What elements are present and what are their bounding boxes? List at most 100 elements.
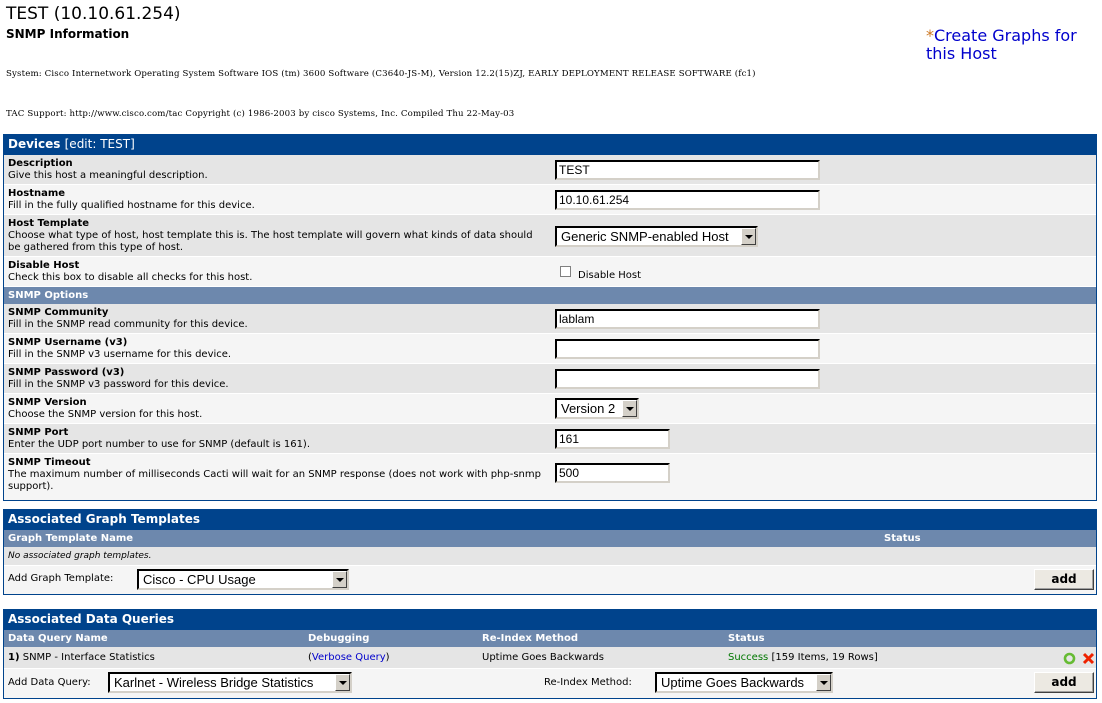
data-queries-panel: Associated Data Queries Data Query Name … — [3, 609, 1097, 699]
chevron-down-icon[interactable] — [741, 228, 756, 245]
data-query-name: SNMP - Interface Statistics — [22, 652, 155, 663]
field-help: Check this box to disable all checks for… — [8, 272, 253, 283]
field-label-block: Hostname Fill in the fully qualified host… — [8, 188, 548, 212]
field-help: Fill in the SNMP v3 password for this de… — [8, 379, 229, 390]
field-label-block: SNMP Version Choose the SNMP version for … — [8, 397, 548, 421]
status-detail: [159 Items, 19 Rows] — [771, 652, 878, 663]
column-header-debugging: Debugging — [308, 633, 370, 644]
field-row-snmp-timeout: SNMP Timeout The maximum number of millis… — [4, 454, 1096, 496]
snmp-version-value: Version 2 — [561, 401, 616, 416]
field-label: Description — [8, 158, 73, 169]
devices-title-text: Devices — [8, 137, 61, 151]
field-help: Fill in the SNMP read community for this… — [8, 319, 248, 330]
empty-message: No associated graph templates. — [8, 551, 152, 561]
field-label: Host Template — [8, 218, 90, 229]
data-queries-title: Associated Data Queries — [4, 609, 1096, 630]
graph-templates-panel: Associated Graph Templates Graph Templat… — [3, 509, 1097, 595]
field-row-snmp-password: SNMP Password (v3) Fill in the SNMP v3 pa… — [4, 364, 1096, 394]
field-row-snmp-community: SNMP Community Fill in the SNMP read comm… — [4, 304, 1096, 334]
field-help: Choose what type of host, host template … — [8, 230, 533, 253]
snmp-port-input[interactable] — [555, 429, 670, 449]
devices-panel: Devices [edit: TEST] Description Give thi… — [3, 134, 1097, 501]
create-graphs-link[interactable]: *Create Graphs for this Host — [926, 27, 1102, 63]
host-template-select[interactable]: Generic SNMP-enabled Host — [555, 226, 758, 247]
debugging-cell: (Verbose Query) — [308, 652, 390, 663]
snmp-tac-line: TAC Support: http://www.cisco.com/tac Co… — [6, 109, 515, 120]
field-label: SNMP Username (v3) — [8, 337, 128, 348]
field-label-block: SNMP Username (v3) Fill in the SNMP v3 us… — [8, 337, 548, 361]
host-header: TEST (10.10.61.254) SNMP Information Sys… — [0, 0, 1102, 277]
page-title: TEST (10.10.61.254) — [6, 4, 181, 24]
field-help: Give this host a meaningful description. — [8, 170, 208, 181]
chevron-down-icon[interactable] — [335, 674, 350, 691]
create-graphs-label: Create Graphs for this Host — [926, 26, 1077, 63]
reindex-method-label: Re-Index Method: — [544, 677, 632, 688]
star-icon: * — [926, 26, 934, 45]
host-template-value: Generic SNMP-enabled Host — [561, 229, 729, 244]
description-input[interactable] — [555, 160, 820, 180]
graph-templates-title: Associated Graph Templates — [4, 509, 1096, 530]
field-label-block: Description Give this host a meaningful d… — [8, 158, 548, 182]
field-row-disable-host: Disable Host Check this box to disable al… — [4, 257, 1096, 287]
chevron-down-icon[interactable] — [816, 674, 831, 691]
add-graph-template-label: Add Graph Template: — [8, 573, 114, 584]
snmp-username-input[interactable] — [555, 339, 820, 359]
delete-query-icon[interactable] — [1082, 652, 1095, 665]
field-row-description: Description Give this host a meaningful d… — [4, 155, 1096, 185]
field-row-snmp-version: SNMP Version Choose the SNMP version for … — [4, 394, 1096, 424]
verbose-query-link[interactable]: Verbose Query — [312, 652, 386, 663]
snmp-timeout-input[interactable] — [555, 463, 670, 483]
snmp-community-input[interactable] — [555, 309, 820, 329]
reindex-method-cell: Uptime Goes Backwards — [482, 652, 604, 663]
field-label-block: SNMP Community Fill in the SNMP read comm… — [8, 307, 548, 331]
snmp-password-input[interactable] — [555, 369, 820, 389]
edit-host-label: [edit: TEST] — [64, 137, 135, 151]
data-query-row: 1) SNMP - Interface Statistics (Verbose … — [4, 647, 1096, 669]
field-label-block: Host Template Choose what type of host, h… — [8, 218, 548, 254]
field-label: SNMP Password (v3) — [8, 367, 125, 378]
field-help: The maximum number of milliseconds Cacti… — [8, 469, 541, 492]
add-graph-template-select[interactable]: Cisco - CPU Usage — [137, 569, 349, 590]
reload-query-icon[interactable] — [1063, 652, 1076, 665]
field-help: Enter the UDP port number to use for SNM… — [8, 439, 311, 450]
field-label-block: Disable Host Check this box to disable al… — [8, 260, 548, 284]
snmp-version-select[interactable]: Version 2 — [555, 398, 639, 419]
devices-panel-title: Devices [edit: TEST] — [4, 134, 1096, 155]
data-query-name-cell: 1) SNMP - Interface Statistics — [8, 652, 155, 663]
field-help: Fill in the fully qualified hostname for… — [8, 200, 255, 211]
data-queries-column-headers: Data Query Name Debugging Re-Index Metho… — [4, 630, 1096, 647]
chevron-down-icon[interactable] — [622, 400, 637, 417]
field-label: SNMP Community — [8, 307, 109, 318]
add-graph-template-value: Cisco - CPU Usage — [143, 572, 256, 587]
paren-close: ) — [385, 652, 390, 663]
add-data-query-select[interactable]: Karlnet - Wireless Bridge Statistics — [108, 672, 352, 693]
reindex-method-select[interactable]: Uptime Goes Backwards — [655, 672, 833, 693]
field-row-snmp-username: SNMP Username (v3) Fill in the SNMP v3 us… — [4, 334, 1096, 364]
add-data-query-button[interactable]: add — [1034, 672, 1094, 693]
hostname-input[interactable] — [555, 190, 820, 210]
chevron-down-icon[interactable] — [332, 571, 347, 588]
add-data-query-row: Add Data Query: Karlnet - Wireless Bridg… — [4, 669, 1096, 697]
disable-host-checkbox[interactable] — [560, 266, 571, 277]
column-header-graph-template-name: Graph Template Name — [8, 533, 134, 544]
disable-host-checkbox-label[interactable]: Disable Host — [578, 270, 641, 281]
field-label: Disable Host — [8, 260, 80, 271]
field-label-block: SNMP Timeout The maximum number of millis… — [8, 457, 548, 493]
reindex-method-value: Uptime Goes Backwards — [661, 675, 805, 690]
column-header-status: Status — [728, 633, 765, 644]
field-label-block: SNMP Password (v3) Fill in the SNMP v3 pa… — [8, 367, 548, 391]
field-label: SNMP Timeout — [8, 457, 91, 468]
column-header-reindex-method: Re-Index Method — [482, 633, 579, 644]
add-graph-template-button[interactable]: add — [1034, 569, 1094, 590]
field-label: SNMP Version — [8, 397, 87, 408]
snmp-info-heading: SNMP Information — [6, 27, 130, 41]
data-query-index: 1) — [8, 652, 20, 663]
snmp-options-header: SNMP Options — [4, 287, 1096, 304]
field-label-block: SNMP Port Enter the UDP port number to us… — [8, 427, 548, 451]
add-graph-template-row: Add Graph Template: Cisco - CPU Usage ad… — [4, 566, 1096, 593]
field-label: SNMP Port — [8, 427, 69, 438]
graph-templates-column-headers: Graph Template Name Status — [4, 530, 1096, 547]
field-label: Hostname — [8, 188, 66, 199]
field-help: Choose the SNMP version for this host. — [8, 409, 203, 420]
field-row-snmp-port: SNMP Port Enter the UDP port number to us… — [4, 424, 1096, 454]
